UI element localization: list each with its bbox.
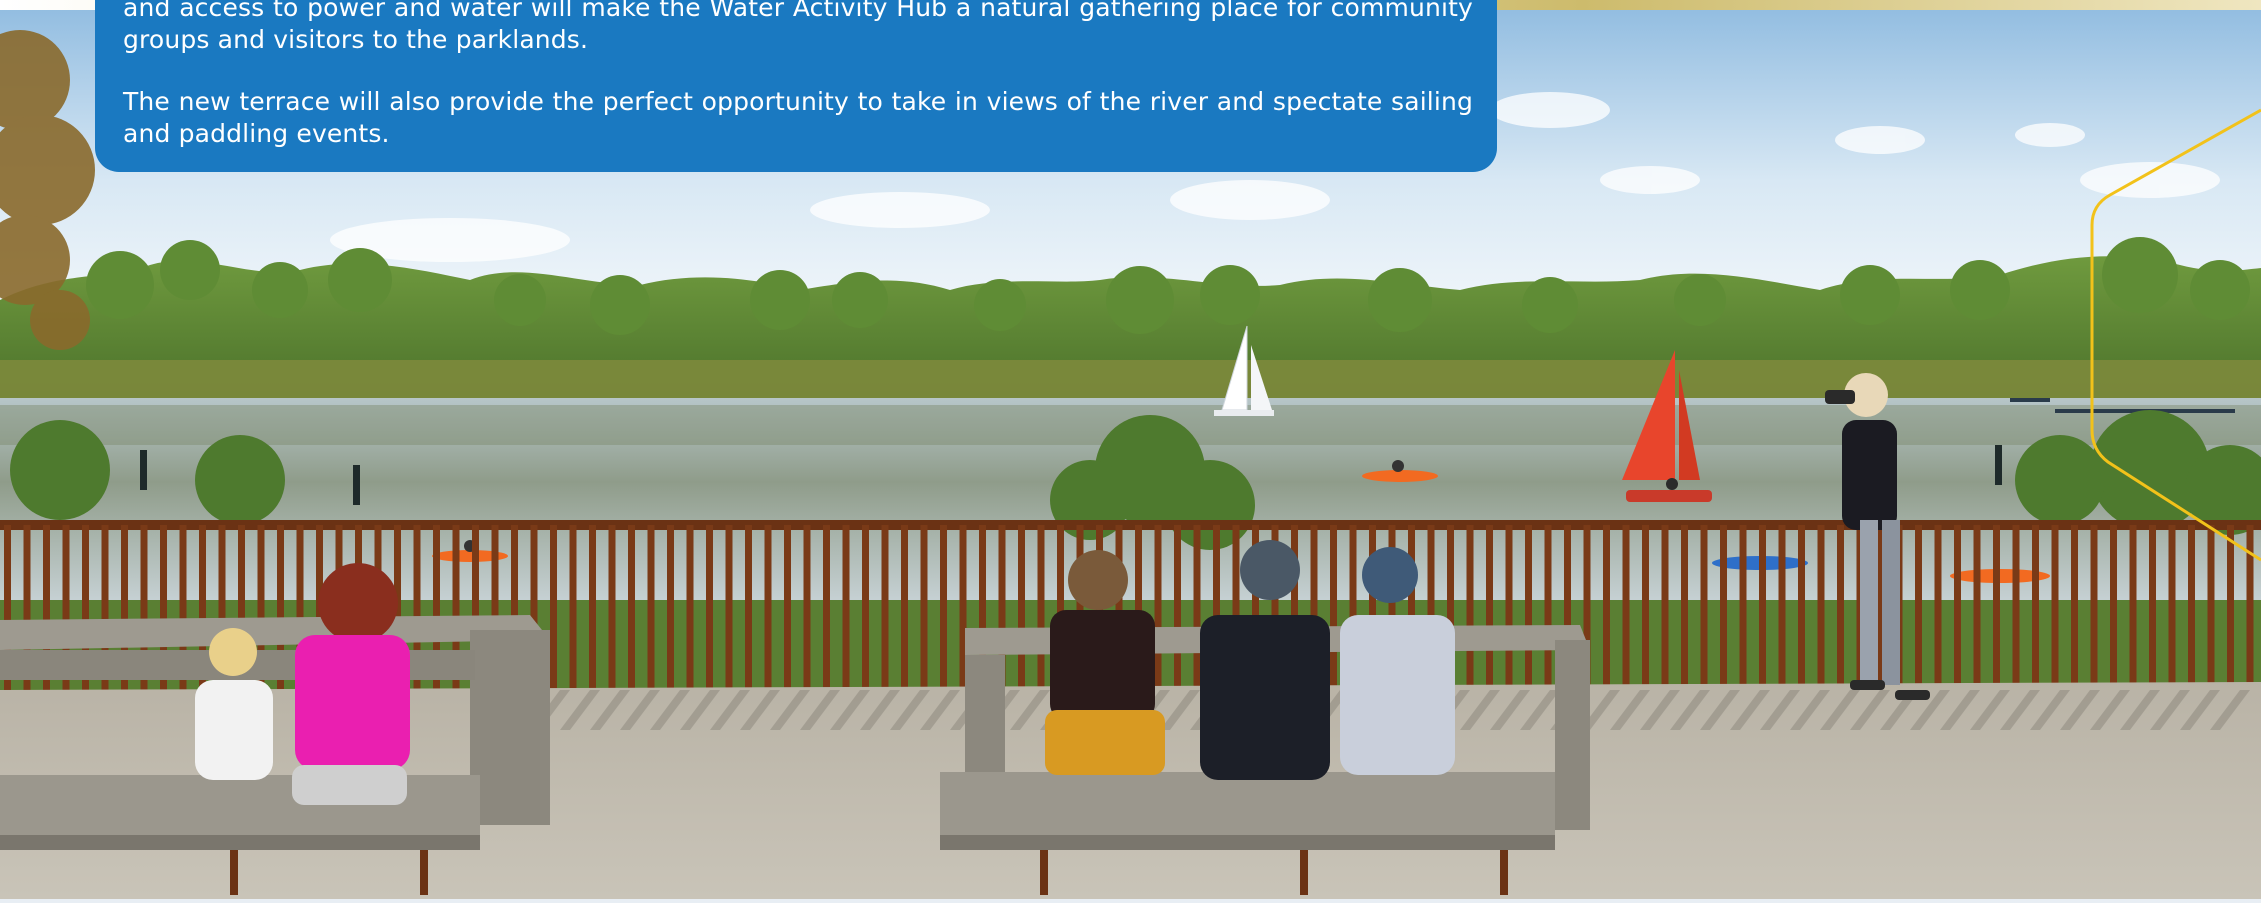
railing-baluster	[1993, 525, 2000, 690]
railing-baluster	[569, 525, 577, 690]
railing-baluster	[1720, 525, 1727, 690]
railing-baluster	[1700, 525, 1708, 690]
railing-baluster	[628, 525, 635, 690]
railing-baluster	[1954, 525, 1961, 690]
railing-baluster	[823, 525, 830, 690]
railing-baluster	[862, 525, 869, 690]
railing-baluster	[1837, 525, 1844, 690]
railing-baluster	[1193, 525, 1201, 690]
railing-baluster	[1642, 525, 1649, 690]
railing-baluster	[1603, 525, 1610, 690]
railing-baluster	[764, 525, 772, 690]
railing-baluster	[706, 525, 713, 690]
info-paragraph-1: and access to power and water will make …	[123, 0, 1473, 54]
railing-baluster	[1973, 525, 1981, 690]
railing-baluster	[667, 525, 674, 690]
railing-baluster	[784, 525, 791, 690]
railing-baluster	[2149, 525, 2156, 690]
railing-baluster	[1174, 525, 1181, 690]
railing-baluster	[1154, 525, 1162, 690]
info-paragraph-2: The new terrace will also provide the pe…	[123, 87, 1473, 148]
railing-baluster	[2051, 525, 2059, 690]
railing-baluster	[2207, 525, 2215, 690]
railing-baluster	[2090, 525, 2098, 690]
railing-baluster	[940, 525, 947, 690]
railing-baluster	[1934, 525, 1942, 690]
info-card: and access to power and water will make …	[95, 0, 1497, 172]
railing-baluster	[1525, 525, 1532, 690]
railing-baluster	[842, 525, 850, 690]
railing-baluster	[1915, 525, 1922, 690]
railing-baluster	[1798, 525, 1805, 690]
railing-baluster	[901, 525, 908, 690]
railing-baluster	[1544, 525, 1552, 690]
railing-baluster	[1018, 525, 1025, 690]
railing-baluster	[745, 525, 752, 690]
railing-baluster	[2071, 525, 2078, 690]
railing-baluster	[1486, 525, 1493, 690]
railing-baluster	[1817, 525, 1825, 690]
railing-baluster	[589, 525, 596, 690]
railing-baluster	[2188, 525, 2195, 690]
railing-baluster	[1466, 525, 1474, 690]
railing-baluster	[1505, 525, 1513, 690]
railing-baluster	[1037, 525, 1045, 690]
railing-baluster	[881, 525, 889, 690]
railing-baluster	[1739, 525, 1747, 690]
railing-baluster	[686, 525, 694, 690]
railing-baluster	[1661, 525, 1669, 690]
railing-baluster	[2129, 525, 2137, 690]
railing-baluster	[725, 525, 733, 690]
railing-baluster	[1330, 525, 1337, 690]
railing-baluster	[647, 525, 655, 690]
railing-baluster	[608, 525, 616, 690]
railing-baluster	[1622, 525, 1630, 690]
railing-baluster	[1759, 525, 1766, 690]
railing-baluster	[1778, 525, 1786, 690]
railing-baluster	[2227, 525, 2234, 690]
railing-baluster	[920, 525, 928, 690]
railing-baluster	[1681, 525, 1688, 690]
railing-baluster	[2168, 525, 2176, 690]
railing-baluster	[550, 525, 557, 690]
reed-bank	[0, 360, 2261, 402]
railing-baluster	[803, 525, 811, 690]
railing-baluster	[2032, 525, 2039, 690]
railing-baluster	[2012, 525, 2020, 690]
railing-baluster	[2110, 525, 2117, 690]
